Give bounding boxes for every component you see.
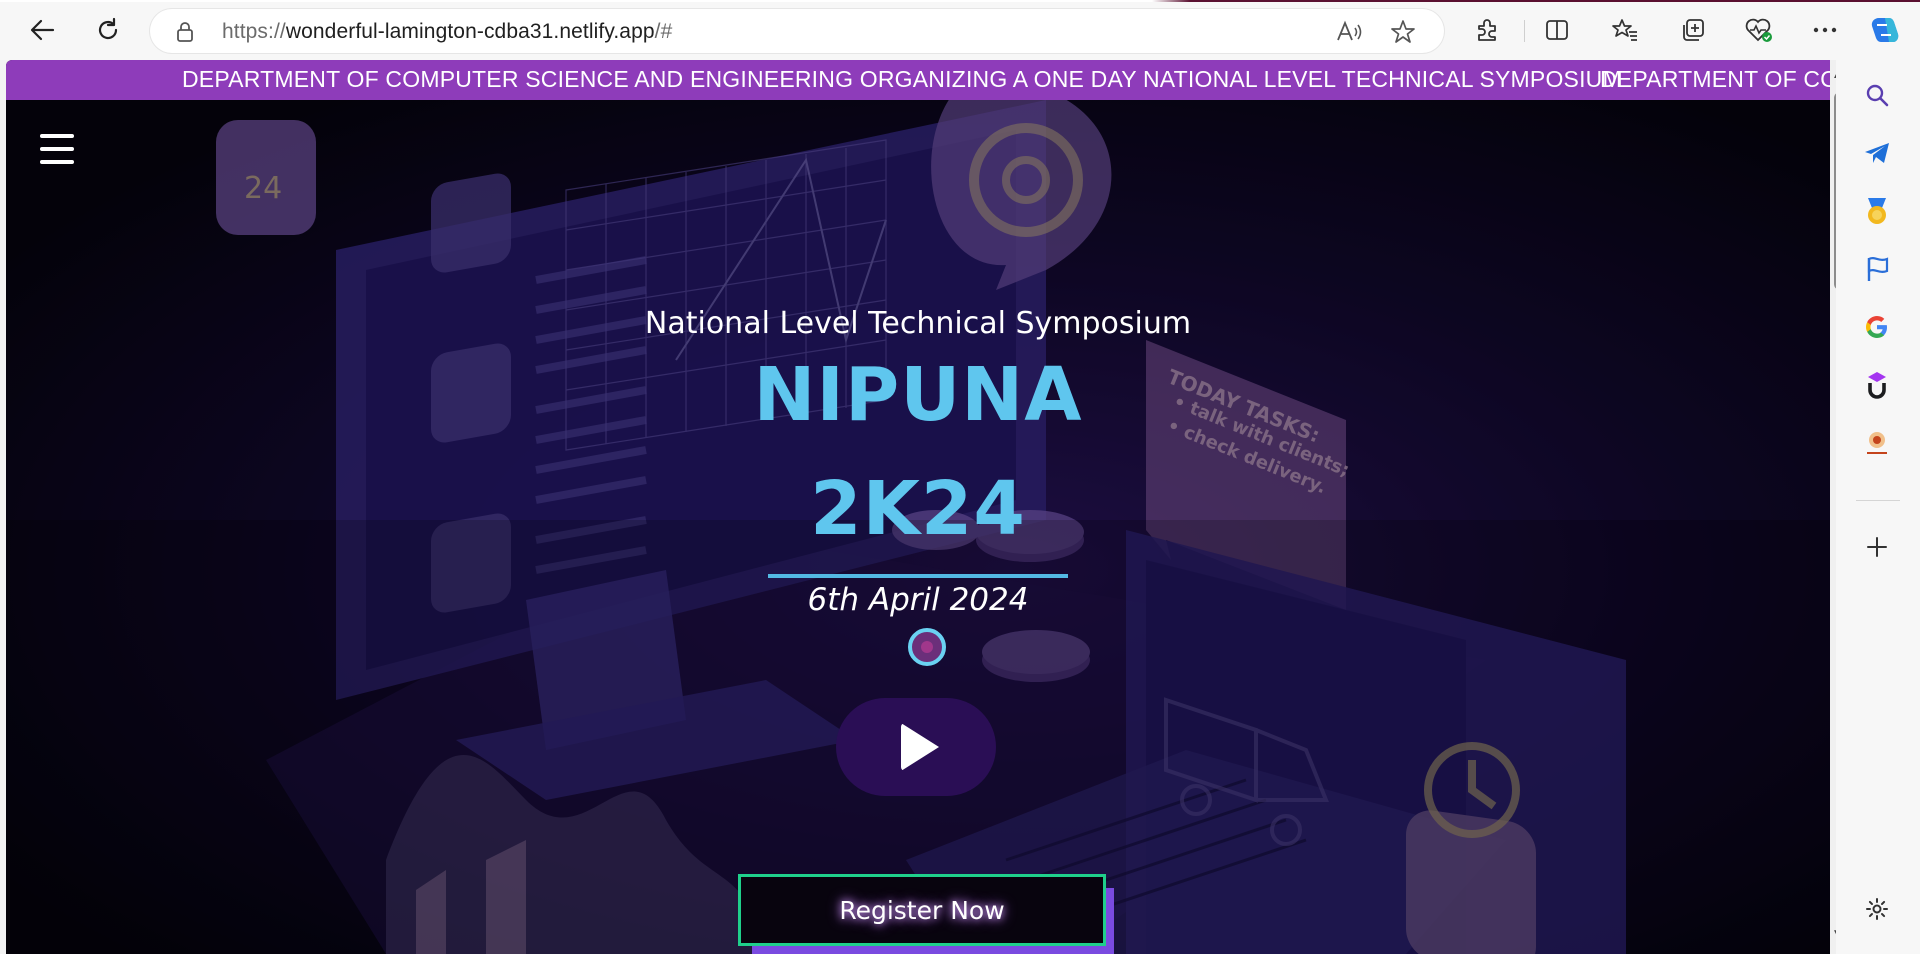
add-sidebar-app-icon[interactable] xyxy=(1858,528,1896,566)
refresh-icon xyxy=(98,17,118,40)
browser-essentials-icon[interactable] xyxy=(1742,13,1776,47)
extensions-icon[interactable] xyxy=(1470,13,1504,47)
read-aloud-icon[interactable] xyxy=(1336,19,1362,45)
url-path: /# xyxy=(654,20,673,43)
udemy-icon[interactable] xyxy=(1858,366,1896,404)
favorites-icon[interactable] xyxy=(1608,13,1642,47)
menu-hamburger-icon[interactable] xyxy=(40,134,76,170)
event-year: 2K24 xyxy=(810,466,1026,552)
more-options-icon[interactable] xyxy=(1808,13,1842,47)
play-video-button[interactable] xyxy=(836,698,996,796)
back-button[interactable] xyxy=(24,12,60,48)
back-arrow-icon xyxy=(30,19,55,41)
address-bar[interactable]: https://wonderful-lamington-cdba31.netli… xyxy=(150,9,1444,53)
nptel-icon[interactable] xyxy=(1858,424,1896,462)
hero-section: 24 TODAY TASKS: • talk with clients; • c… xyxy=(6,100,1830,954)
url-scheme: https:// xyxy=(222,20,286,43)
lock-icon xyxy=(176,21,194,48)
telegram-icon[interactable] xyxy=(1858,134,1896,172)
search-icon[interactable] xyxy=(1858,76,1896,114)
collections-icon[interactable] xyxy=(1676,13,1710,47)
flag-icon[interactable] xyxy=(1858,250,1896,288)
register-now-button[interactable]: Register Now xyxy=(738,874,1106,946)
browser-sidebar xyxy=(1836,60,1920,954)
rewards-medal-icon[interactable] xyxy=(1858,192,1896,230)
window-accent-strip xyxy=(0,0,1920,2)
favorite-star-icon[interactable] xyxy=(1390,19,1416,45)
toolbar-separator xyxy=(1524,20,1525,42)
event-title: NIPUNA xyxy=(753,352,1083,438)
settings-gear-icon[interactable] xyxy=(1858,890,1896,928)
announcement-marquee: DEPARTMENT OF COMPUTER SCIENCE AND ENGIN… xyxy=(6,60,1830,100)
play-icon xyxy=(901,723,939,771)
refresh-button[interactable] xyxy=(90,12,126,48)
browser-toolbar: https://wonderful-lamington-cdba31.netli… xyxy=(0,0,1920,60)
event-date: 6th April 2024 xyxy=(807,582,1029,618)
page-viewport: DEPARTMENT OF COMPUTER SCIENCE AND ENGIN… xyxy=(6,60,1830,954)
url-text[interactable]: https://wonderful-lamington-cdba31.netli… xyxy=(222,20,672,44)
sidebar-divider xyxy=(1856,500,1900,501)
title-underline xyxy=(768,574,1068,578)
split-screen-icon[interactable] xyxy=(1540,13,1574,47)
url-host: wonderful-lamington-cdba31.netlify.app xyxy=(285,20,655,43)
google-icon[interactable] xyxy=(1858,308,1896,346)
marquee-text-repeat: DEPARTMENT OF COM xyxy=(1600,66,1830,92)
copilot-icon[interactable] xyxy=(1868,13,1902,47)
marquee-text: DEPARTMENT OF COMPUTER SCIENCE AND ENGIN… xyxy=(182,66,1622,92)
event-subtitle: National Level Technical Symposium xyxy=(644,306,1192,341)
scroll-indicator-dot xyxy=(908,628,946,666)
